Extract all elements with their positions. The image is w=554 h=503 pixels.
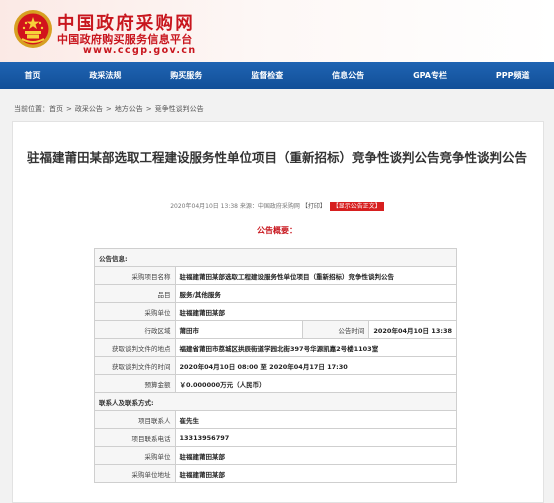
table-row: 采购单位地址 驻福建莆田某部 [94,464,458,483]
table-row: 行政区域 莆田市 公告时间 2020年04月10日 13:38 [94,320,457,339]
table-row: 采购项目名称 驻福建莆田某部选取工程建设服务性单位项目（重新招标）竞争性谈判公告 [94,266,458,285]
breadcrumb-separator: > [66,105,72,113]
table-row: 采购单位 驻福建莆田某部 [94,446,458,465]
file-time-value: 2020年04月10日 08:00 至 2020年04月17日 17:30 [174,356,458,375]
nav-item-regulations[interactable]: 政采法规 [83,70,127,81]
nav-item-home[interactable]: 首页 [18,70,46,81]
item-label: 品目 [94,284,176,303]
contact-phone-label: 项目联系电话 [94,428,176,447]
contact-phone-value: 13313956797 [174,428,458,447]
page-title: 驻福建莆田某部选取工程建设服务性单位项目（重新招标）竞争性谈判公告竞争性谈判公告 [26,150,527,165]
file-time-label: 获取谈判文件的时间 [94,356,176,375]
publish-time-label: 公告时间 [301,320,370,339]
breadcrumb-gov-announcements-link[interactable]: 政采公告 [75,105,103,113]
contact-person-value: 崔先生 [174,410,458,429]
breadcrumb: 当前位置：首页 > 政采公告 > 地方公告 > 竞争性谈判公告 [14,104,204,114]
breadcrumb-separator: > [145,105,152,113]
announcement-info-table: 公告信息: 采购项目名称 驻福建莆田某部选取工程建设服务性单位项目（重新招标）竞… [94,248,458,483]
table-row: 获取谈判文件的地点 福建省莆田市荔城区拱辰街道学园北街397号华源凯嘉2号楼11… [94,338,458,357]
national-emblem-icon [14,10,52,48]
table-row: 公告信息: [94,248,457,267]
main-nav: 首页 政采法规 购买服务 监督检查 信息公告 GPA专栏 PPP频道 [0,62,554,89]
nav-item-announcements[interactable]: 信息公告 [326,70,370,81]
print-link[interactable]: 【打印】 [302,203,326,210]
section-heading-contacts: 联系人及联系方式: [94,392,457,411]
table-row: 联系人及联系方式: [94,392,457,411]
file-place-value: 福建省莆田市荔城区拱辰街道学园北街397号华源凯嘉2号楼1103室 [174,338,458,357]
budget-label: 预算金额 [94,374,176,393]
table-row: 项目联系电话 13313956797 [94,428,458,447]
region-value: 莆田市 [174,320,303,339]
item-value: 服务/其他服务 [174,284,458,303]
breadcrumb-local-announcements-link[interactable]: 地方公告 [115,105,143,113]
table-row: 采购单位 驻福建莆田某部 [94,302,458,321]
nav-item-supervision[interactable]: 监督检查 [245,70,289,81]
contact-unit-value: 驻福建莆田某部 [174,446,458,465]
table-row: 品目 服务/其他服务 [94,284,458,303]
nav-item-ppp[interactable]: PPP频道 [490,70,536,81]
file-place-label: 获取谈判文件的地点 [94,338,176,357]
unit-address-label: 采购单位地址 [94,464,176,483]
summary-heading: 公告概要： [257,226,297,235]
table-row: 获取谈判文件的时间 2020年04月10日 08:00 至 2020年04月17… [94,356,458,375]
contact-person-label: 项目联系人 [94,410,176,429]
breadcrumb-home-link[interactable]: 首页 [49,105,63,113]
region-label: 行政区域 [94,320,176,339]
site-logo-url: www.ccgp.gov.cn [83,45,197,56]
breadcrumb-prefix: 当前位置： [14,105,49,113]
project-name-value: 驻福建莆田某部选取工程建设服务性单位项目（重新招标）竞争性谈判公告 [174,266,458,285]
contact-unit-label: 采购单位 [94,446,176,465]
show-content-button[interactable]: 【显示公告正文】 [329,202,384,211]
nav-item-purchase-services[interactable]: 购买服务 [164,70,208,81]
table-row: 项目联系人 崔先生 [94,410,458,429]
breadcrumb-separator: > [105,105,112,113]
article-meta: 2020年04月10日 13:38 来源：中国政府采购网 【打印】 【显示公告正… [0,201,554,211]
breadcrumb-negotiation-link[interactable]: 竞争性谈判公告 [155,105,204,113]
site-header: 中国政府采购网 中国政府购买服务信息平台 www.ccgp.gov.cn [0,0,554,62]
section-heading-info: 公告信息: [94,248,457,267]
article-date-source: 2020年04月10日 13:38 来源：中国政府采购网 [170,203,300,210]
unit-address-value: 驻福建莆田某部 [174,464,458,483]
budget-value: ￥0.000000万元（人民币） [174,374,458,393]
publish-time-value: 2020年04月10日 13:38 [368,320,457,339]
project-name-label: 采购项目名称 [94,266,176,285]
nav-item-gpa[interactable]: GPA专栏 [407,70,453,81]
purchase-unit-label: 采购单位 [94,302,176,321]
purchase-unit-value: 驻福建莆田某部 [174,302,458,321]
table-row: 预算金额 ￥0.000000万元（人民币） [94,374,458,393]
